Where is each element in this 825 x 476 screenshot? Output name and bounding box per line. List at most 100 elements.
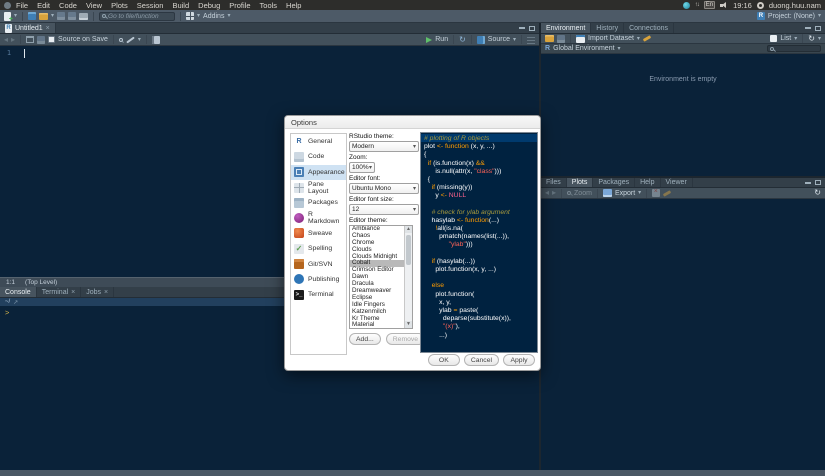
load-workspace-icon[interactable] (545, 35, 554, 42)
run-button[interactable]: Run (435, 36, 448, 43)
app-icon[interactable] (4, 2, 11, 9)
rstudio-theme-select[interactable]: Modern ▾ (349, 141, 419, 152)
sidebar-item-git-svn[interactable]: Git/SVN (291, 256, 346, 271)
editor-font-select[interactable]: Ubuntu Mono ▾ (349, 183, 419, 194)
save-all-icon[interactable] (68, 12, 76, 20)
compile-report-icon[interactable] (152, 36, 160, 44)
save-source-icon[interactable] (37, 36, 45, 44)
minimize-pane-button[interactable] (519, 27, 525, 29)
environment-tab-history[interactable]: History (591, 23, 624, 33)
zoom-plot-icon[interactable] (567, 191, 571, 195)
sidebar-item-spelling[interactable]: ✓Spelling (291, 241, 346, 256)
menu-file[interactable]: File (16, 1, 28, 10)
addins-menu[interactable]: Addins (203, 13, 224, 20)
rerun-icon[interactable]: ↻ (459, 36, 466, 44)
menu-session[interactable]: Session (137, 1, 164, 10)
clear-plots-icon[interactable] (663, 190, 671, 197)
menu-profile[interactable]: Profile (229, 1, 250, 10)
scroll-up-arrow[interactable]: ▲ (405, 226, 412, 233)
cancel-button[interactable]: Cancel (464, 354, 499, 366)
scroll-down-arrow[interactable]: ▼ (405, 321, 412, 328)
addins-grid-caret[interactable]: ▾ (197, 13, 200, 19)
export-caret[interactable]: ▾ (638, 190, 641, 196)
addins-grid-icon[interactable] (186, 12, 194, 20)
gear-icon[interactable] (757, 2, 764, 9)
forward-icon[interactable]: ▸ (11, 36, 15, 44)
volume-icon[interactable] (720, 1, 728, 9)
minimize-pane-button[interactable] (805, 182, 811, 184)
keyboard-layout-indicator[interactable]: En (704, 1, 715, 9)
find-replace-icon[interactable] (119, 38, 123, 42)
sidebar-item-publishing[interactable]: Publishing (291, 272, 346, 287)
sidebar-item-packages[interactable]: Packages (291, 195, 346, 210)
maximize-pane-button[interactable] (529, 26, 535, 31)
console-tab-jobs[interactable]: Jobs× (81, 287, 114, 297)
sidebar-item-appearance[interactable]: Appearance (291, 165, 346, 180)
files-tab-help[interactable]: Help (635, 178, 660, 187)
code-tools-caret[interactable]: ▾ (138, 37, 141, 43)
scrollbar[interactable]: ▲ ▼ (404, 226, 412, 328)
workspace-indicator-icon[interactable] (683, 2, 690, 9)
files-tab-files[interactable]: Files (541, 178, 567, 187)
editor-font-size-select[interactable]: 12 ▾ (349, 204, 419, 215)
sidebar-item-general[interactable]: RGeneral (291, 134, 346, 149)
add-theme-button[interactable]: Add... (349, 333, 381, 345)
export-plot-icon[interactable] (603, 189, 612, 197)
back-icon[interactable]: ◂ (4, 36, 8, 44)
project-selector[interactable]: R Project: (None) ▾ (757, 12, 821, 20)
new-project-icon[interactable] (28, 12, 36, 20)
editor-theme-list[interactable]: AmbianceChaosChromeCloudsClouds Midnight… (349, 225, 413, 329)
menu-code[interactable]: Code (59, 1, 77, 10)
sidebar-item-terminal[interactable]: >_Terminal (291, 287, 346, 302)
code-tools-icon[interactable] (126, 36, 135, 43)
clear-objects-icon[interactable] (643, 35, 651, 42)
console-tab-console[interactable]: Console (0, 287, 37, 297)
network-icon[interactable]: ↑↓ (695, 2, 699, 8)
remove-plot-icon[interactable] (652, 189, 660, 197)
username[interactable]: duong.huu.nam (769, 1, 821, 10)
scope-caret[interactable]: ▾ (618, 46, 621, 52)
list-view-button[interactable]: List (780, 35, 791, 42)
ok-button[interactable]: OK (428, 354, 460, 366)
run-icon[interactable] (426, 37, 432, 43)
files-tab-plots[interactable]: Plots (567, 178, 594, 187)
sidebar-item-sweave[interactable]: Sweave (291, 226, 346, 241)
menu-edit[interactable]: Edit (37, 1, 50, 10)
console-tab-terminal[interactable]: Terminal× (37, 287, 82, 297)
refresh-plots-icon[interactable]: ↻ (814, 189, 821, 197)
menu-tools[interactable]: Tools (260, 1, 278, 10)
source-on-save-checkbox[interactable] (48, 36, 55, 43)
export-button[interactable]: Export (615, 190, 635, 197)
addins-caret[interactable]: ▾ (227, 13, 230, 19)
maximize-pane-button[interactable] (815, 180, 821, 185)
import-dataset-icon[interactable] (576, 35, 585, 43)
open-file-dropdown-caret[interactable]: ▾ (51, 13, 54, 19)
scope-selector[interactable]: Global Environment (553, 45, 614, 52)
scope-indicator[interactable]: (Top Level) (25, 279, 57, 286)
show-in-new-window-icon[interactable] (26, 36, 34, 43)
document-outline-icon[interactable] (527, 36, 535, 44)
zoom-plot-button[interactable]: Zoom (574, 190, 592, 197)
refresh-caret[interactable]: ▾ (818, 36, 821, 42)
source-run-icon[interactable] (477, 36, 485, 44)
theme-option-material[interactable]: Material (350, 322, 404, 328)
sidebar-item-pane-layout[interactable]: Pane Layout (291, 180, 346, 195)
close-icon[interactable]: × (71, 289, 75, 296)
sidebar-item-code[interactable]: Code (291, 149, 346, 164)
list-view-icon[interactable] (770, 35, 777, 42)
sidebar-item-r-markdown[interactable]: R Markdown (291, 210, 346, 225)
next-plot-icon[interactable]: ▸ (552, 189, 556, 197)
minimize-pane-button[interactable] (805, 27, 811, 29)
print-icon[interactable] (79, 13, 88, 20)
goto-directory-icon[interactable]: ↗ (13, 299, 18, 306)
menu-help[interactable]: Help (286, 1, 301, 10)
environment-search-input[interactable] (767, 45, 821, 52)
source-caret[interactable]: ▾ (513, 37, 516, 43)
source-button[interactable]: Source (488, 36, 510, 43)
apply-button[interactable]: Apply (503, 354, 535, 366)
menu-build[interactable]: Build (172, 1, 189, 10)
menu-debug[interactable]: Debug (198, 1, 220, 10)
new-file-icon[interactable] (4, 12, 11, 21)
dialog-titlebar[interactable]: Options (285, 116, 540, 129)
previous-plot-icon[interactable]: ◂ (545, 189, 549, 197)
